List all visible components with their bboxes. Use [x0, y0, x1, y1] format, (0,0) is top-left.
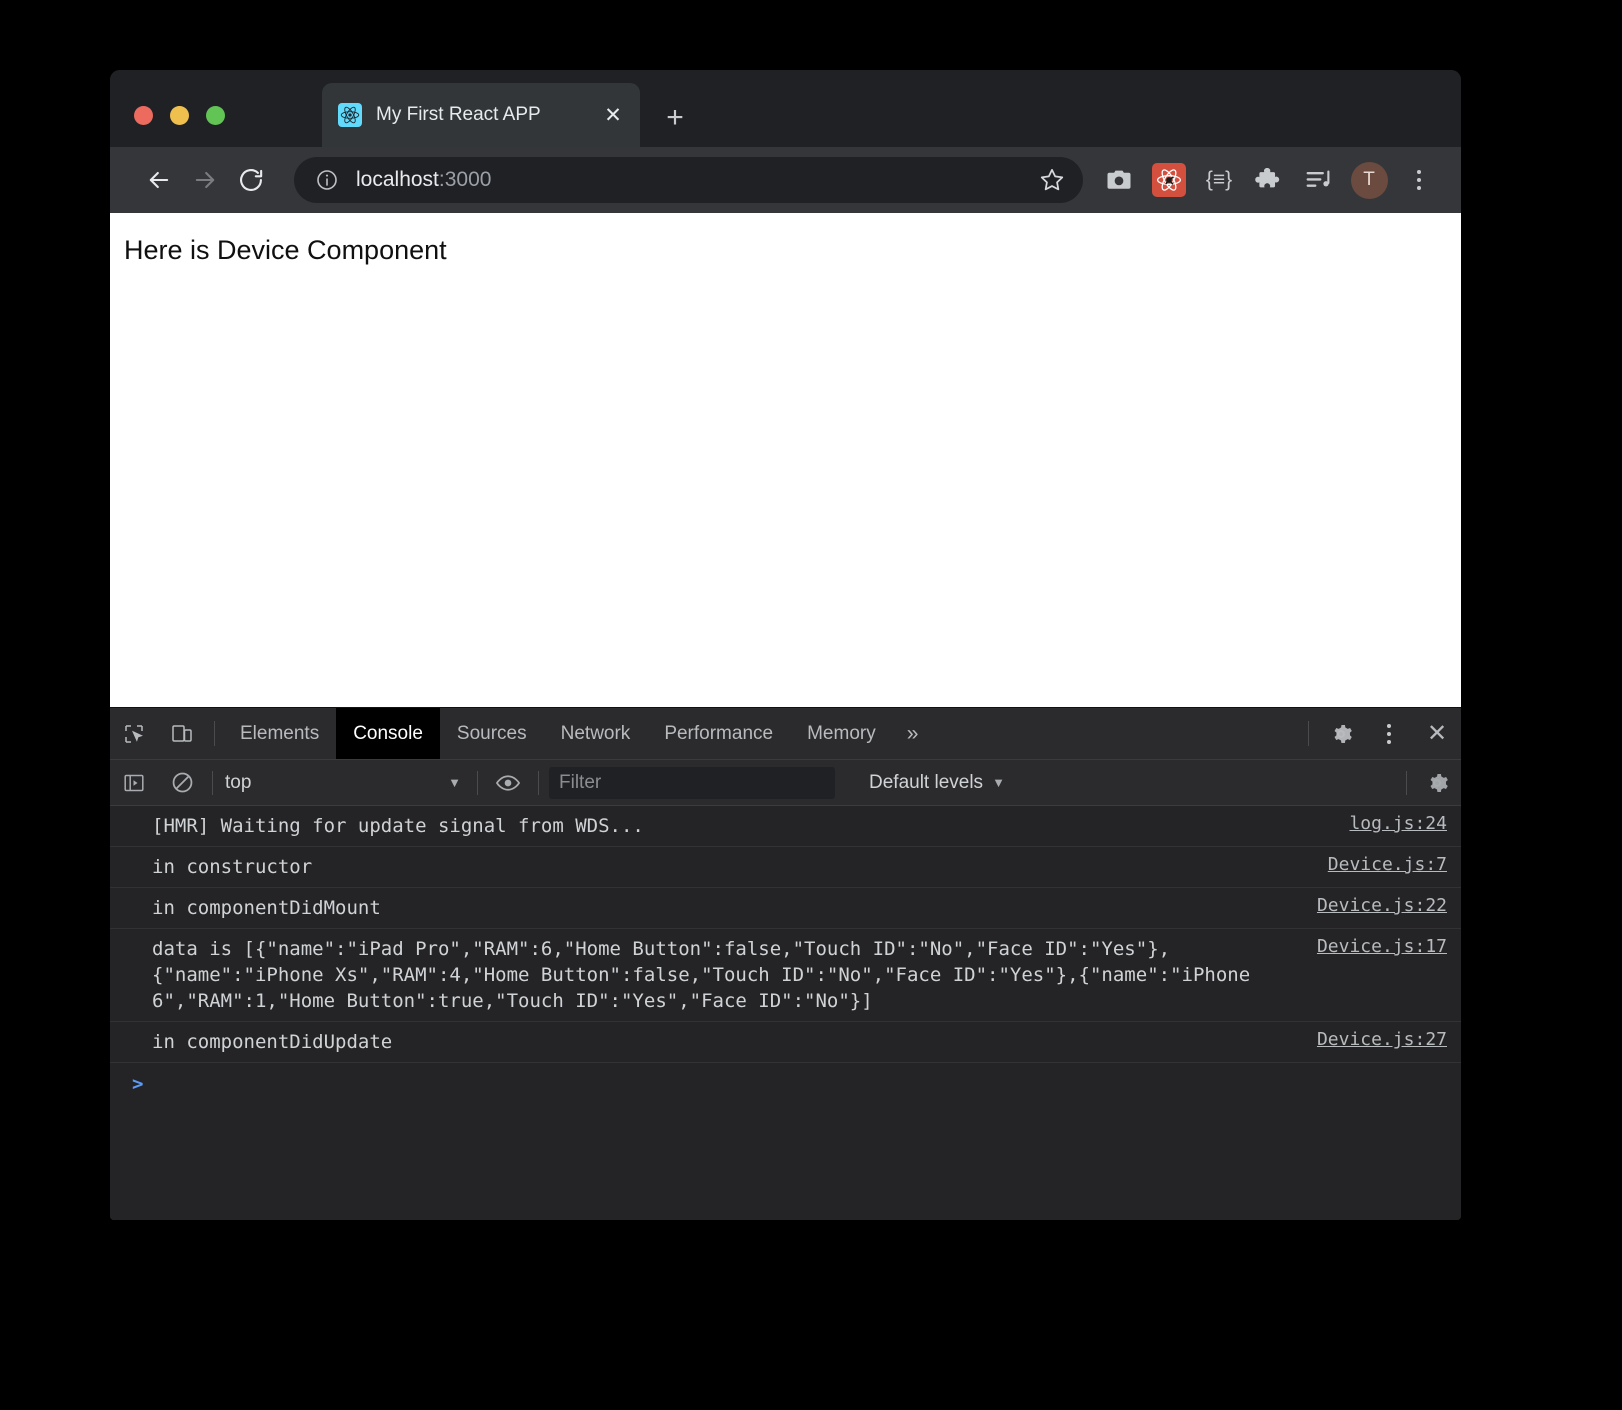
console-toolbar-divider-4: [1406, 770, 1407, 795]
console-message-source-link[interactable]: Device.js:7: [1328, 854, 1447, 875]
page-viewport: Here is Device Component: [110, 213, 1461, 707]
avatar[interactable]: T: [1345, 156, 1393, 204]
devtools-tabbar: Elements Console Sources Network Perform…: [110, 708, 1461, 760]
site-info-icon[interactable]: [314, 167, 340, 193]
inspect-element-icon[interactable]: [110, 708, 158, 759]
minimize-window-button[interactable]: [170, 106, 189, 125]
console-prompt-caret: >: [132, 1073, 144, 1096]
bookmark-star-icon[interactable]: [1035, 163, 1069, 197]
navigation-toolbar: localhost:3000 {≡} T: [110, 147, 1461, 213]
console-message-text: in componentDidUpdate: [152, 1031, 393, 1054]
console-message-text: in constructor: [152, 856, 313, 879]
puzzle-extensions-icon[interactable]: [1245, 156, 1293, 204]
tab-strip: My First React APP ✕ +: [110, 70, 1461, 147]
execution-context-value: top: [225, 771, 252, 793]
console-toolbar-divider-3: [538, 770, 539, 795]
console-message-text: data is [{"name":"iPad Pro","RAM":6,"Hom…: [152, 938, 1262, 1013]
tabbar-spacer: [932, 708, 1300, 759]
browser-tab[interactable]: My First React APP ✕: [322, 83, 640, 147]
close-window-button[interactable]: [134, 106, 153, 125]
log-levels-value: Default levels: [869, 771, 984, 793]
log-levels-select[interactable]: Default levels ▼: [859, 767, 1015, 799]
tab-performance[interactable]: Performance: [647, 708, 790, 759]
tab-sources[interactable]: Sources: [440, 708, 544, 759]
toolbar-divider: [214, 721, 215, 746]
gear-icon[interactable]: [1317, 708, 1365, 759]
tab-console[interactable]: Console: [336, 708, 440, 759]
console-message-source-link[interactable]: Device.js:22: [1317, 895, 1447, 916]
console-settings-icon[interactable]: [1413, 760, 1461, 806]
execution-context-select[interactable]: top ▼: [219, 767, 471, 799]
close-devtools-icon[interactable]: ✕: [1413, 708, 1461, 759]
react-devtools-icon[interactable]: [1145, 156, 1193, 204]
console-message-source-link[interactable]: log.js:24: [1349, 813, 1447, 834]
console-message[interactable]: in constructor Device.js:7: [110, 847, 1461, 889]
react-logo-icon: [338, 103, 362, 127]
device-toolbar-icon[interactable]: [158, 708, 206, 759]
new-tab-button[interactable]: +: [658, 101, 692, 135]
console-message-source-link[interactable]: Device.js:27: [1317, 1029, 1447, 1050]
console-message[interactable]: data is [{"name":"iPad Pro","RAM":6,"Hom…: [110, 929, 1461, 1023]
browser-window: My First React APP ✕ + localhost:3000 {≡…: [110, 70, 1461, 1220]
console-message-source-link[interactable]: Device.js:17: [1317, 936, 1447, 957]
back-arrow-icon[interactable]: [136, 157, 182, 203]
console-message[interactable]: in componentDidMount Device.js:22: [110, 888, 1461, 930]
avatar-initial: T: [1350, 161, 1388, 199]
live-expressions-icon[interactable]: [484, 760, 532, 806]
tab-memory[interactable]: Memory: [790, 708, 893, 759]
forward-arrow-icon[interactable]: [182, 157, 228, 203]
url-text: localhost:3000: [356, 168, 1035, 192]
tab-title: My First React APP: [376, 104, 541, 125]
more-tabs-icon[interactable]: »: [893, 708, 933, 759]
console-messages-list: [HMR] Waiting for update signal from WDS…: [110, 806, 1461, 1220]
zoom-window-button[interactable]: [206, 106, 225, 125]
reload-icon[interactable]: [228, 157, 274, 203]
console-message-text: [HMR] Waiting for update signal from WDS…: [152, 815, 644, 837]
json-formatter-icon[interactable]: {≡}: [1195, 156, 1243, 204]
tabbar-right-divider: [1308, 721, 1309, 746]
window-traffic-lights: [134, 106, 225, 125]
console-sidebar-icon[interactable]: [110, 760, 158, 806]
screenshot-camera-icon[interactable]: [1095, 156, 1143, 204]
console-prompt[interactable]: >: [110, 1063, 1461, 1105]
console-message[interactable]: [HMR] Waiting for update signal from WDS…: [110, 806, 1461, 848]
page-heading: Here is Device Component: [124, 235, 447, 265]
console-message[interactable]: in componentDidUpdate Device.js:27: [110, 1022, 1461, 1064]
console-toolbar-divider-2: [477, 770, 478, 795]
console-toolbar-divider: [212, 770, 213, 795]
tab-elements[interactable]: Elements: [223, 708, 336, 759]
console-message-text: in componentDidMount: [152, 897, 381, 920]
clear-console-icon[interactable]: [158, 760, 206, 806]
devtools-more-options-icon[interactable]: [1365, 708, 1413, 759]
url-host: localhost: [356, 168, 439, 191]
browser-menu-icon[interactable]: [1395, 156, 1443, 204]
url-port: :3000: [438, 168, 492, 191]
close-tab-button[interactable]: ✕: [600, 102, 626, 128]
chevron-down-icon: ▼: [448, 775, 461, 790]
address-bar[interactable]: localhost:3000: [294, 157, 1083, 203]
tab-network[interactable]: Network: [544, 708, 648, 759]
media-playlist-icon[interactable]: [1295, 156, 1343, 204]
filter-input[interactable]: Filter: [549, 766, 835, 799]
chevron-down-icon-levels: ▼: [992, 775, 1005, 790]
extension-icons: {≡} T: [1095, 156, 1443, 204]
devtools-panel: Elements Console Sources Network Perform…: [110, 707, 1461, 1220]
console-toolbar: top ▼ Filter Default levels ▼: [110, 760, 1461, 806]
